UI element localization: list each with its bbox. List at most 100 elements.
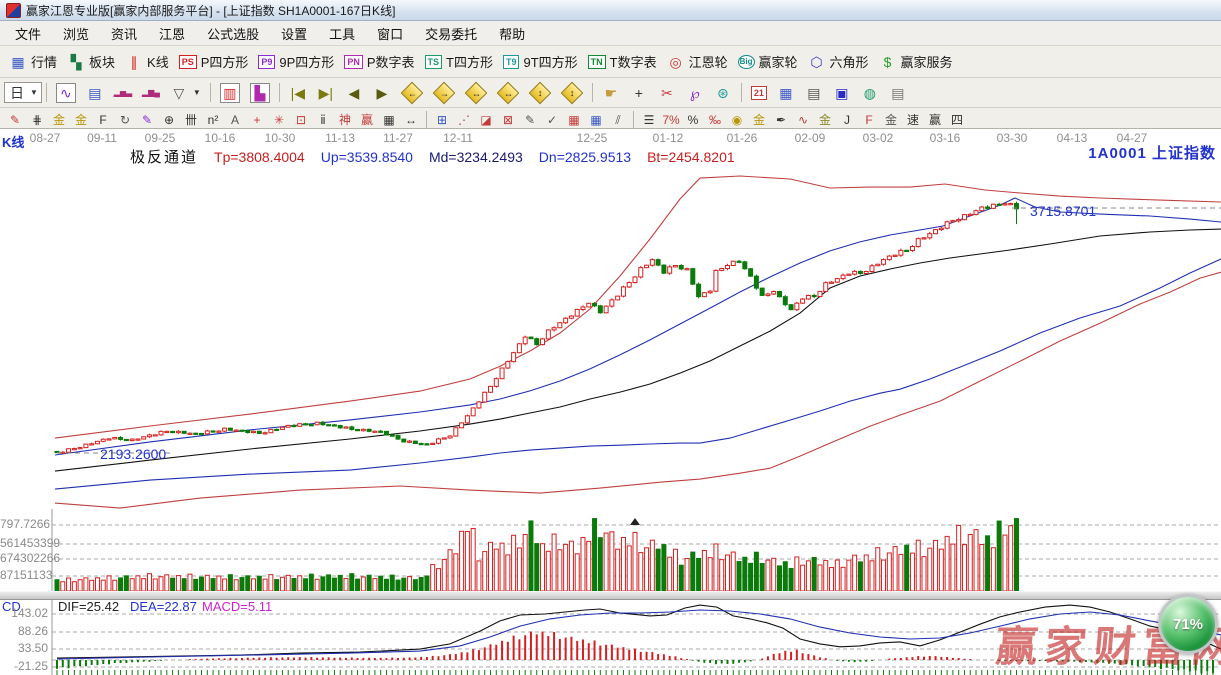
spiral-tool-button[interactable]: ↻ (114, 111, 136, 129)
menu-formula-stock-pick[interactable]: 公式选股 (196, 21, 270, 46)
market-quotes-button[interactable]: ▦行情 (4, 51, 62, 72)
gold-slash-tool-button[interactable]: 金 (814, 111, 836, 129)
crosshair-button[interactable]: + (625, 83, 653, 103)
menu-gann[interactable]: 江恩 (148, 21, 196, 46)
gold-line-tool-button[interactable]: 金 (748, 111, 770, 129)
red-pen-tool-button[interactable]: ✎ (136, 111, 158, 129)
ying-line-tool-button[interactable]: 赢 (924, 111, 946, 129)
check-line-tool-button[interactable]: ✓ (541, 111, 563, 129)
p-square-button[interactable]: PSP四方形 (174, 51, 254, 72)
indicator-funnel-button[interactable]: ▽▼ (165, 83, 206, 103)
grid-ruler-tool-button[interactable]: ⋕ (26, 111, 48, 129)
notes-button[interactable]: ▤ (800, 83, 828, 103)
gann-wheel-button[interactable]: ◎江恩轮 (662, 51, 733, 72)
n-squared-tool-button[interactable]: n² (202, 111, 224, 129)
percent-tool-button[interactable]: % (682, 111, 704, 129)
color-histogram-button[interactable]: ▙ (245, 82, 275, 104)
hexagon-button[interactable]: ⬡六角形 (803, 51, 874, 72)
blue-grid-tool-button[interactable]: ▦ (585, 111, 607, 129)
compress-vertical-diamond-button[interactable]: ↕ (556, 84, 588, 102)
t-square-button[interactable]: TST四方形 (420, 51, 498, 72)
first-bar-button[interactable]: |◀ (284, 83, 312, 103)
calendar-button[interactable]: 21 (746, 85, 772, 101)
trend-window-icon-button[interactable]: ∿ (51, 82, 81, 104)
chart-9-periods-button[interactable]: ▂▆▄ (137, 83, 165, 103)
sector-blocks-button[interactable]: ▚板块 (62, 51, 120, 72)
frame-tool-button[interactable]: ⊞ (431, 111, 453, 129)
four-line-tool-button[interactable]: 四 (946, 111, 968, 129)
ray-box-tool-button[interactable]: ◪ (475, 111, 497, 129)
menu-news[interactable]: 资讯 (100, 21, 148, 46)
f-ruler-tool-button[interactable]: F (92, 111, 114, 129)
p-number-table-button[interactable]: PNP数字表 (339, 51, 419, 72)
speed-line-tool-button[interactable]: 速 (902, 111, 924, 129)
period-selector-combo[interactable]: 日▼ (4, 82, 42, 103)
menu-file[interactable]: 文件 (4, 21, 52, 46)
print-button[interactable]: ▤ (884, 83, 912, 103)
annotate-script-button[interactable]: ℘ (681, 83, 709, 103)
shen-grid-tool-button[interactable]: 神 (334, 111, 356, 129)
gold-ratio-tool-button[interactable]: 金 (48, 111, 70, 129)
last-bar-button[interactable]: ▶| (312, 83, 340, 103)
next-bar-button[interactable]: ▶ (368, 83, 396, 103)
info-note-button[interactable]: ▤ (81, 83, 109, 103)
t-number-table-button[interactable]: TNT数字表 (583, 51, 662, 72)
calculator-button[interactable]: ▦ (772, 83, 800, 103)
menu-browse[interactable]: 浏览 (52, 21, 100, 46)
chart-3-periods-button[interactable]: ▂▅▃ (109, 83, 137, 103)
number-grid-tool-button[interactable]: ▦ (378, 111, 400, 129)
chart-area[interactable]: K线 08-2709-1109-2510-1610-3011-1311-2712… (0, 128, 1221, 675)
hatch-tool-button[interactable]: ⫽ (607, 111, 629, 129)
winner-service-button[interactable]: $赢家服务 (874, 51, 958, 72)
ying-grid-tool-button[interactable]: 赢 (356, 111, 378, 129)
9t-square-button[interactable]: T99T四方形 (498, 51, 583, 72)
pencil-line-tool-button[interactable]: ✎ (519, 111, 541, 129)
angle-line-tool-button[interactable]: A (224, 111, 246, 129)
chart-9-periods-button-icon: ▂▆▄ (142, 84, 160, 102)
permille-line-tool-button[interactable]: ‰ (704, 111, 726, 129)
red-grid-tool-button[interactable]: ▦ (563, 111, 585, 129)
t-square-button-label: T四方形 (446, 52, 493, 71)
menu-tools[interactable]: 工具 (318, 21, 366, 46)
scale-list-tool-button[interactable]: ☰ (638, 111, 660, 129)
expand-horizontal-diamond-button[interactable]: ↔ (460, 84, 492, 102)
wave-line-tool-button[interactable]: ∿ (792, 111, 814, 129)
pan-hand-button[interactable]: ☛ (597, 83, 625, 103)
comb-scale-tool-button[interactable]: 卌 (180, 111, 202, 129)
gann-rays-tool-button[interactable]: ⋰ (453, 111, 475, 129)
menu-help[interactable]: 帮助 (488, 21, 536, 46)
j-line-tool-button[interactable]: J (836, 111, 858, 129)
circle-compass-tool-button[interactable]: ⊕ (158, 111, 180, 129)
brush-tool-button[interactable]: ✎ (4, 111, 26, 129)
shift-right-diamond-button[interactable]: → (428, 84, 460, 102)
gold-section-tool-button[interactable]: 金 (70, 111, 92, 129)
9t-square-button-icon: T9 (503, 55, 520, 69)
gold-circle-tool-button[interactable]: ◉ (726, 111, 748, 129)
gann-center-tool-button[interactable]: + (246, 111, 268, 129)
net-box-tool-button[interactable]: ⊠ (497, 111, 519, 129)
kline-label[interactable]: K线 (2, 132, 24, 151)
f-line-tool-button[interactable]: F (858, 111, 880, 129)
9p-square-button[interactable]: P99P四方形 (253, 51, 339, 72)
kline-panel-button[interactable]: ▥ (215, 82, 245, 104)
ink-pen-tool-button[interactable]: ✒ (770, 111, 792, 129)
width-arrow-tool-button[interactable]: ↔ (400, 111, 422, 129)
tick-marks-tool-button[interactable]: ⅱ (312, 111, 334, 129)
shift-left-diamond-button[interactable]: ← (396, 84, 428, 102)
percent-7-tool-button[interactable]: 7% (660, 111, 682, 129)
mind-wheel-button[interactable]: ⊛ (709, 83, 737, 103)
menu-settings[interactable]: 设置 (270, 21, 318, 46)
compress-horizontal-diamond-button[interactable]: ↔ (492, 84, 524, 102)
winner-wheel-button[interactable]: Big赢家轮 (733, 51, 803, 72)
starburst-tool-button[interactable]: ✳ (268, 111, 290, 129)
menu-window[interactable]: 窗口 (366, 21, 414, 46)
kline-button[interactable]: ∥K线 (120, 51, 174, 72)
prev-bar-button[interactable]: ◀ (340, 83, 368, 103)
gold-angle-tool-button[interactable]: 金 (880, 111, 902, 129)
square-target-tool-button[interactable]: ⊡ (290, 111, 312, 129)
web-sync-button[interactable]: ◍ (856, 83, 884, 103)
save-button[interactable]: ▣ (828, 83, 856, 103)
cut-measure-button[interactable]: ✂ (653, 83, 681, 103)
menu-trade-order[interactable]: 交易委托 (414, 21, 488, 46)
expand-vertical-diamond-button[interactable]: ↕ (524, 84, 556, 102)
